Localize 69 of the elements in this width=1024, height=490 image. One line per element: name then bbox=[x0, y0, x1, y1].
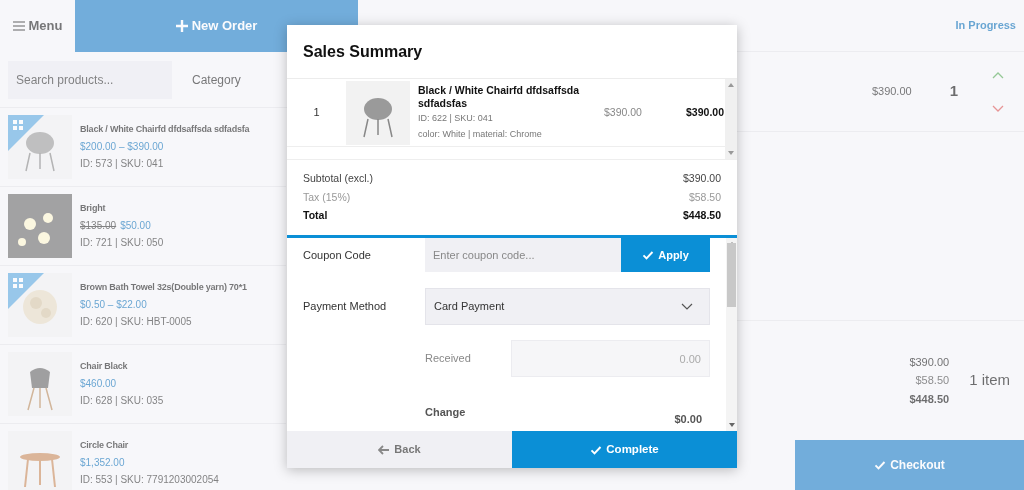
cart-total-value: $448.50 bbox=[909, 391, 950, 407]
checkout-button[interactable]: Checkout bbox=[795, 440, 1024, 490]
plus-icon bbox=[175, 20, 188, 32]
product-meta: ID: 553 | SKU: 7791203002054 bbox=[80, 472, 219, 487]
scroll-down-icon[interactable] bbox=[728, 423, 735, 427]
variable-product-badge bbox=[8, 115, 44, 151]
search-field[interactable]: Search products... bbox=[8, 60, 172, 99]
chevron-up-icon[interactable] bbox=[992, 71, 1004, 79]
check-icon bbox=[642, 249, 655, 261]
product-row[interactable]: Brown Bath Towel 32s(Double yarn) 70*1 $0.50 – $22.00 ID: 620 | SKU: HBT-0005 bbox=[0, 266, 286, 345]
total-label: Tax (15%) bbox=[303, 189, 351, 205]
product-meta: ID: 620 | SKU: HBT-0005 bbox=[80, 314, 193, 329]
payment-method-label: Payment Method bbox=[303, 299, 388, 315]
cart-total-value: $58.50 bbox=[915, 373, 950, 389]
product-name: Black / White Chairfd dfdsaffsda sdfadsfa bbox=[80, 123, 250, 137]
cart-quantity: 1 bbox=[949, 81, 958, 102]
change-label: Change bbox=[425, 405, 466, 420]
scroll-up-icon[interactable] bbox=[728, 83, 734, 87]
product-meta: ID: 573 | SKU: 041 bbox=[80, 156, 165, 171]
product-price: $1,352.00 bbox=[80, 455, 125, 470]
total-value: $390.00 bbox=[683, 170, 721, 186]
product-name: Chair Black bbox=[80, 360, 129, 374]
product-name: Bright bbox=[80, 202, 107, 216]
chevron-down-icon bbox=[681, 303, 693, 310]
coupon-field[interactable]: Enter coupon code... bbox=[425, 238, 621, 272]
product-name: Brown Bath Towel 32s(Double yarn) 70*1 bbox=[80, 281, 247, 295]
coupon-label: Coupon Code bbox=[303, 247, 372, 263]
cart-total-value: $390.00 bbox=[909, 354, 950, 370]
line-item-price: $390.00 bbox=[604, 104, 643, 120]
product-price: $460.00 bbox=[80, 376, 117, 391]
product-row[interactable]: Chair Black $460.00 ID: 628 | SKU: 035 bbox=[0, 345, 286, 424]
payment-method-select[interactable]: Card Payment bbox=[425, 288, 710, 325]
total-label: Subtotal (excl.) bbox=[303, 170, 374, 186]
product-price: $200.00 – $390.00 bbox=[80, 139, 164, 154]
total-value: $58.50 bbox=[688, 189, 721, 205]
line-item-name: Black / White Chairfd dfdsaffsda sdfadsfas bbox=[418, 84, 581, 110]
chevron-down-icon[interactable] bbox=[992, 104, 1004, 112]
product-row[interactable]: Circle Chair $1,352.00 ID: 553 | SKU: 7791203002054 bbox=[0, 424, 286, 490]
back-button[interactable]: Back bbox=[287, 431, 512, 468]
apply-button[interactable]: Apply bbox=[621, 238, 710, 272]
check-icon bbox=[874, 459, 887, 471]
product-name: Circle Chair bbox=[80, 439, 130, 453]
item-count: 1 item bbox=[969, 370, 1010, 391]
product-meta: ID: 721 | SKU: 050 bbox=[80, 235, 164, 250]
scroll-down-icon[interactable] bbox=[728, 151, 734, 155]
received-label: Received bbox=[425, 351, 472, 367]
line-item-meta: ID: 622 | SKU: 041 bbox=[418, 112, 494, 125]
cart-price: $390.00 bbox=[871, 84, 912, 100]
variable-product-badge bbox=[8, 273, 44, 309]
change-value: $0.00 bbox=[674, 412, 702, 427]
line-item-total: $390.00 bbox=[685, 104, 724, 120]
product-row[interactable]: Bright $135.00 $50.00 ID: 721 | SKU: 050 bbox=[0, 187, 286, 266]
total-label: Total bbox=[303, 208, 328, 224]
line-item-attributes: color: White | material: Chrome bbox=[418, 127, 543, 141]
product-price: $0.50 – $22.00 bbox=[80, 297, 147, 312]
line-index: 1 bbox=[312, 105, 321, 121]
regular-price: $135.00 bbox=[80, 218, 117, 233]
scrollbar[interactable] bbox=[726, 238, 737, 431]
product-row[interactable]: Black / White Chairfd dfdsaffsda sdfadsfa $200.00 – $390.00 ID: 573 | SKU: 041 bbox=[0, 108, 286, 187]
order-status: In Progress bbox=[955, 18, 1016, 34]
total-value: $448.50 bbox=[683, 208, 721, 224]
complete-button[interactable]: Complete bbox=[512, 431, 737, 468]
menu-icon bbox=[12, 21, 25, 31]
arrow-left-icon bbox=[378, 444, 391, 455]
scrollbar[interactable] bbox=[725, 79, 737, 159]
scroll-thumb[interactable] bbox=[727, 242, 736, 307]
product-meta: ID: 628 | SKU: 035 bbox=[80, 393, 164, 408]
received-field[interactable]: 0.00 bbox=[511, 340, 710, 377]
product-price: $50.00 bbox=[120, 218, 151, 233]
